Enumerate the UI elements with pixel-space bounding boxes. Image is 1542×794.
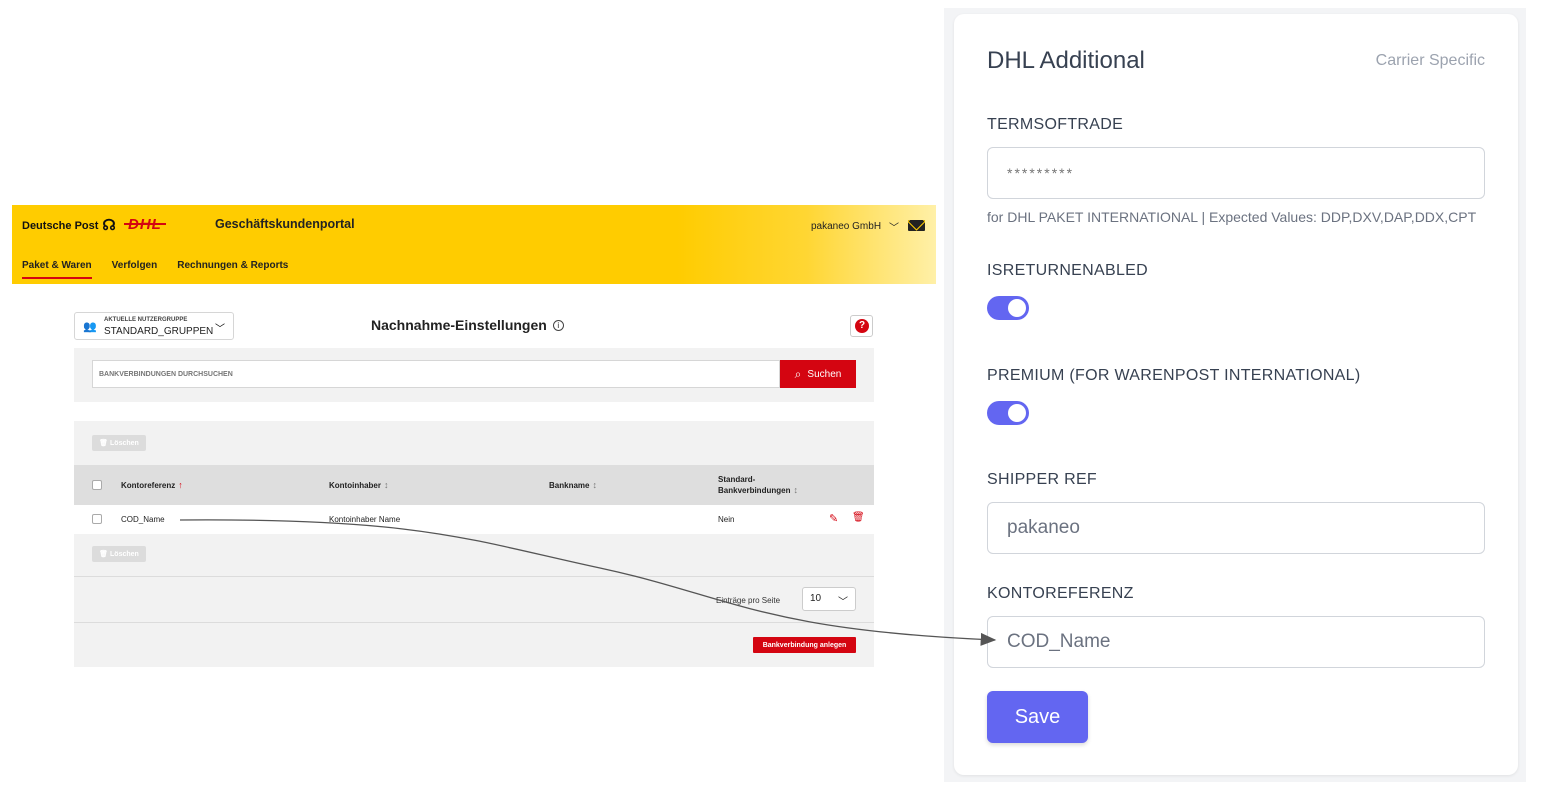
isreturnenabled-toggle[interactable] xyxy=(987,296,1029,320)
dhl-portal-screenshot: Deutsche Post ☊ DHL Geschäftskundenporta… xyxy=(12,205,936,667)
column-label: Standard- xyxy=(718,475,756,484)
column-kontoreferenz[interactable]: Kontoreferenz ↑ xyxy=(121,480,183,490)
cell-kontoreferenz: COD_Name xyxy=(121,515,165,524)
delete-button-bottom[interactable]: 🗑 Löschen xyxy=(92,546,146,562)
column-bankname[interactable]: Bankname ↕ xyxy=(549,480,597,490)
delete-label: Löschen xyxy=(110,439,139,447)
column-label-2: Bankverbindungen xyxy=(718,486,791,495)
search-input[interactable] xyxy=(92,360,780,388)
nav-item-verfolgen[interactable]: Verfolgen xyxy=(112,260,158,277)
search-button-label: Suchen xyxy=(807,368,842,380)
divider xyxy=(74,622,874,623)
portal-header: Deutsche Post ☊ DHL Geschäftskundenporta… xyxy=(12,205,936,284)
portal-title: Geschäftskundenportal xyxy=(215,217,355,231)
card-subtitle: Carrier Specific xyxy=(1375,52,1485,69)
chevron-down-icon: ﹀ xyxy=(215,324,225,335)
termsoftrade-label: TERMSOFTRADE xyxy=(987,116,1124,133)
help-button[interactable]: ? xyxy=(850,315,873,337)
column-standard[interactable]: Standard- Bankverbindungen ↕ xyxy=(718,474,798,496)
mail-icon[interactable] xyxy=(908,220,925,231)
dhl-logo: DHL xyxy=(124,216,166,233)
card-title: DHL Additional xyxy=(987,47,1145,74)
select-all-checkbox[interactable] xyxy=(92,480,102,490)
nav-item-paket-waren[interactable]: Paket & Waren xyxy=(22,260,92,279)
per-page-label: Einträge pro Seite xyxy=(716,596,781,605)
sort-icon: ↕ xyxy=(592,480,597,490)
create-bank-account-button[interactable]: Bankverbindung anlegen xyxy=(753,637,856,653)
user-group-select[interactable]: 👥 AKTUELLE NUTZERGRUPPE STANDARD_GRUPPEN… xyxy=(74,312,234,340)
kontoreferenz-input[interactable] xyxy=(987,616,1485,668)
account-name: pakaneo GmbH xyxy=(811,221,882,232)
users-icon: 👥 xyxy=(83,321,97,333)
page-title-text: Nachnahme-Einstellungen xyxy=(371,317,547,333)
column-label: Kontoreferenz xyxy=(121,481,176,490)
shipper-ref-label: SHIPPER REF xyxy=(987,471,1097,488)
bank-accounts-table: 🗑 Löschen Kontoreferenz ↑ Kontoinhaber ↕ B… xyxy=(74,421,874,667)
row-checkbox[interactable] xyxy=(92,514,102,524)
per-page-select[interactable]: 10 ﹀ xyxy=(802,587,856,611)
save-button[interactable]: Save xyxy=(987,691,1088,743)
search-button[interactable]: ⌕ Suchen xyxy=(780,360,856,388)
sort-icon: ↕ xyxy=(793,485,798,495)
nav-item-rechnungen[interactable]: Rechnungen & Reports xyxy=(177,260,288,277)
premium-label: PREMIUM (FOR WARENPOST INTERNATIONAL) xyxy=(987,367,1361,384)
shipper-ref-input[interactable] xyxy=(987,502,1485,554)
dhl-additional-card: DHL Additional Carrier Specific TERMSOFT… xyxy=(954,14,1518,775)
termsoftrade-help: for DHL PAKET INTERNATIONAL | Expected V… xyxy=(987,209,1477,225)
search-icon: ⌕ xyxy=(794,366,802,381)
deutsche-post-logo: Deutsche Post ☊ xyxy=(22,218,116,233)
divider xyxy=(74,576,874,577)
delete-label: Löschen xyxy=(110,550,139,558)
user-group-label: AKTUELLE NUTZERGRUPPE xyxy=(104,317,188,323)
sort-asc-icon: ↑ xyxy=(178,480,183,490)
pencil-icon[interactable]: ✎ xyxy=(829,512,838,525)
kontoreferenz-label: KONTOREFERENZ xyxy=(987,585,1134,602)
question-icon: ? xyxy=(855,319,869,333)
cell-standard: Nein xyxy=(718,515,735,524)
portal-nav: Paket & Waren Verfolgen Rechnungen & Rep… xyxy=(22,260,288,279)
delete-button-top[interactable]: 🗑 Löschen xyxy=(92,435,146,451)
column-label: Kontoinhaber xyxy=(329,481,381,490)
user-group-value: STANDARD_GRUPPEN xyxy=(104,326,214,337)
deutsche-post-label: Deutsche Post xyxy=(22,219,99,232)
per-page-value: 10 xyxy=(810,593,822,604)
premium-toggle[interactable] xyxy=(987,401,1029,425)
sort-icon: ↕ xyxy=(384,480,389,490)
column-kontoinhaber[interactable]: Kontoinhaber ↕ xyxy=(329,480,389,490)
post-horn-icon: ☊ xyxy=(102,217,116,234)
search-panel: ⌕ Suchen xyxy=(74,348,874,402)
termsoftrade-input[interactable] xyxy=(987,147,1485,199)
page-title: Nachnahme-Einstellungen i xyxy=(371,317,564,333)
cell-kontoinhaber: Kontoinhaber Name xyxy=(329,515,401,524)
account-menu[interactable]: pakaneo GmbH ﹀ xyxy=(811,219,899,234)
chevron-down-icon: ﹀ xyxy=(889,223,900,234)
table-header: Kontoreferenz ↑ Kontoinhaber ↕ Bankname ↕ S… xyxy=(74,465,874,505)
table-row[interactable]: COD_Name Kontoinhaber Name Nein ✎ 🗑 xyxy=(74,505,874,534)
info-icon[interactable]: i xyxy=(552,319,564,331)
isreturnenabled-label: ISRETURNENABLED xyxy=(987,262,1148,279)
chevron-down-icon: ﹀ xyxy=(838,597,848,608)
trash-icon[interactable]: 🗑 xyxy=(852,512,865,523)
column-label: Bankname xyxy=(549,481,590,490)
